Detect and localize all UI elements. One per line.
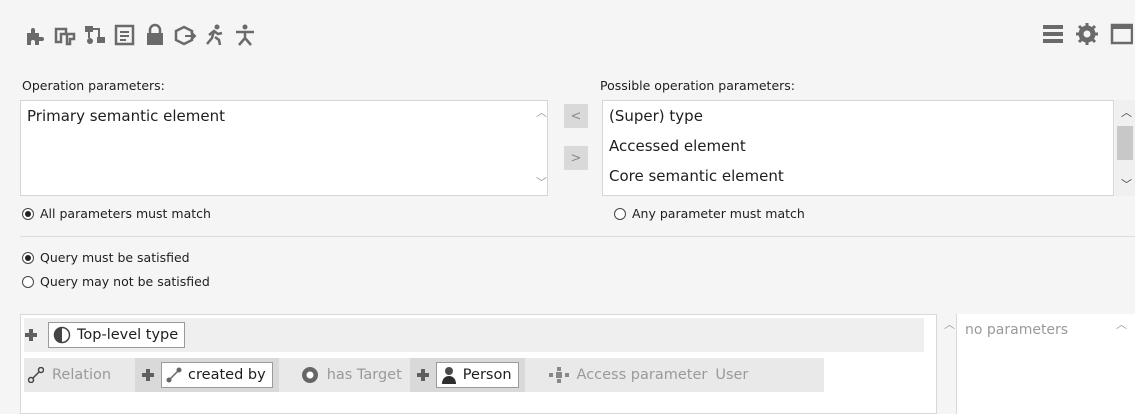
menu-icon[interactable] [1039, 20, 1067, 48]
relation-icon [28, 367, 44, 383]
document-list-icon[interactable] [112, 22, 138, 48]
chip-label: Person [462, 367, 512, 383]
radio-indicator [614, 207, 626, 220]
puzzle-icon[interactable] [22, 22, 48, 48]
list-item[interactable]: (Super) type [603, 101, 1113, 131]
target-chip[interactable]: Person [435, 362, 519, 388]
possible-parameters-scrollbar[interactable]: ︿ ﹀ [1115, 100, 1135, 196]
radio-label: Any parameter must match [632, 206, 805, 221]
all-parameters-radio[interactable]: All parameters must match [22, 206, 211, 221]
relation-label: Relation [52, 367, 112, 383]
scroll-up-icon[interactable]: ︿ [1121, 104, 1132, 120]
no-parameters-text: no parameters [965, 322, 1069, 338]
access-parameter-icon [548, 367, 569, 383]
list-item[interactable]: Accessed element [603, 131, 1113, 161]
cube-export-icon[interactable] [172, 22, 198, 48]
add-icon[interactable] [24, 328, 38, 342]
target-icon [301, 367, 318, 383]
radio-label: Query may not be satisfied [40, 274, 210, 289]
move-right-button[interactable]: > [564, 146, 588, 170]
query-may-not-radio[interactable]: Query may not be satisfied [22, 274, 210, 289]
possible-parameters-label: Possible operation parameters: [600, 78, 796, 93]
scroll-down-icon[interactable]: ﹀ [1121, 176, 1132, 192]
scroll-down-icon[interactable]: ﹀ [536, 174, 547, 190]
has-target-label: has Target [326, 367, 402, 383]
radio-indicator [22, 251, 34, 264]
add-icon[interactable] [141, 368, 155, 382]
stick-figure-icon[interactable] [232, 22, 258, 48]
list-item[interactable]: Core semantic element [603, 161, 1113, 191]
toolbar [22, 22, 258, 48]
list-item[interactable]: Primary semantic element [21, 101, 547, 131]
section-divider [20, 236, 1135, 237]
possible-parameters-list[interactable]: (Super) type Accessed element Core seman… [602, 100, 1114, 196]
runner-icon[interactable] [202, 22, 228, 48]
access-parameter-value[interactable]: User [715, 367, 748, 383]
scroll-up-icon[interactable]: ︿ [1116, 316, 1127, 332]
chip-label: created by [188, 367, 266, 383]
lock-icon[interactable] [142, 22, 168, 48]
gear-icon[interactable] [1073, 20, 1101, 48]
scrollbar-thumb[interactable] [1117, 126, 1133, 160]
query-must-radio[interactable]: Query must be satisfied [22, 250, 190, 265]
pattern-icon[interactable] [52, 22, 78, 48]
network-icon[interactable] [82, 22, 108, 48]
access-parameter-label: Access parameter [576, 367, 708, 383]
root-type-row: Top-level type [24, 318, 924, 352]
operation-parameters-label: Operation parameters: [22, 78, 165, 93]
parameters-panel: no parameters ︿ [956, 314, 1135, 414]
person-icon [441, 367, 456, 384]
move-left-button[interactable]: < [564, 104, 588, 128]
type-icon [53, 326, 71, 344]
radio-indicator [22, 207, 34, 220]
relation-chip[interactable]: created by [161, 362, 273, 388]
radio-label: Query must be satisfied [40, 250, 190, 265]
radio-label: All parameters must match [40, 206, 211, 221]
chip-label: Top-level type [77, 327, 179, 343]
scroll-up-icon[interactable]: ︿ [944, 316, 955, 332]
scroll-up-icon[interactable]: ︿ [536, 104, 547, 120]
add-icon[interactable] [416, 368, 430, 382]
window-controls [1039, 20, 1135, 48]
link-icon [166, 367, 182, 383]
operation-parameters-list[interactable]: Primary semantic element [20, 100, 548, 196]
top-level-type-chip[interactable]: Top-level type [48, 322, 186, 348]
window-icon[interactable] [1107, 20, 1135, 48]
any-parameter-radio[interactable]: Any parameter must match [614, 206, 805, 221]
relation-row: Relation created by has Target Person Ac… [24, 358, 824, 392]
radio-indicator [22, 275, 34, 288]
